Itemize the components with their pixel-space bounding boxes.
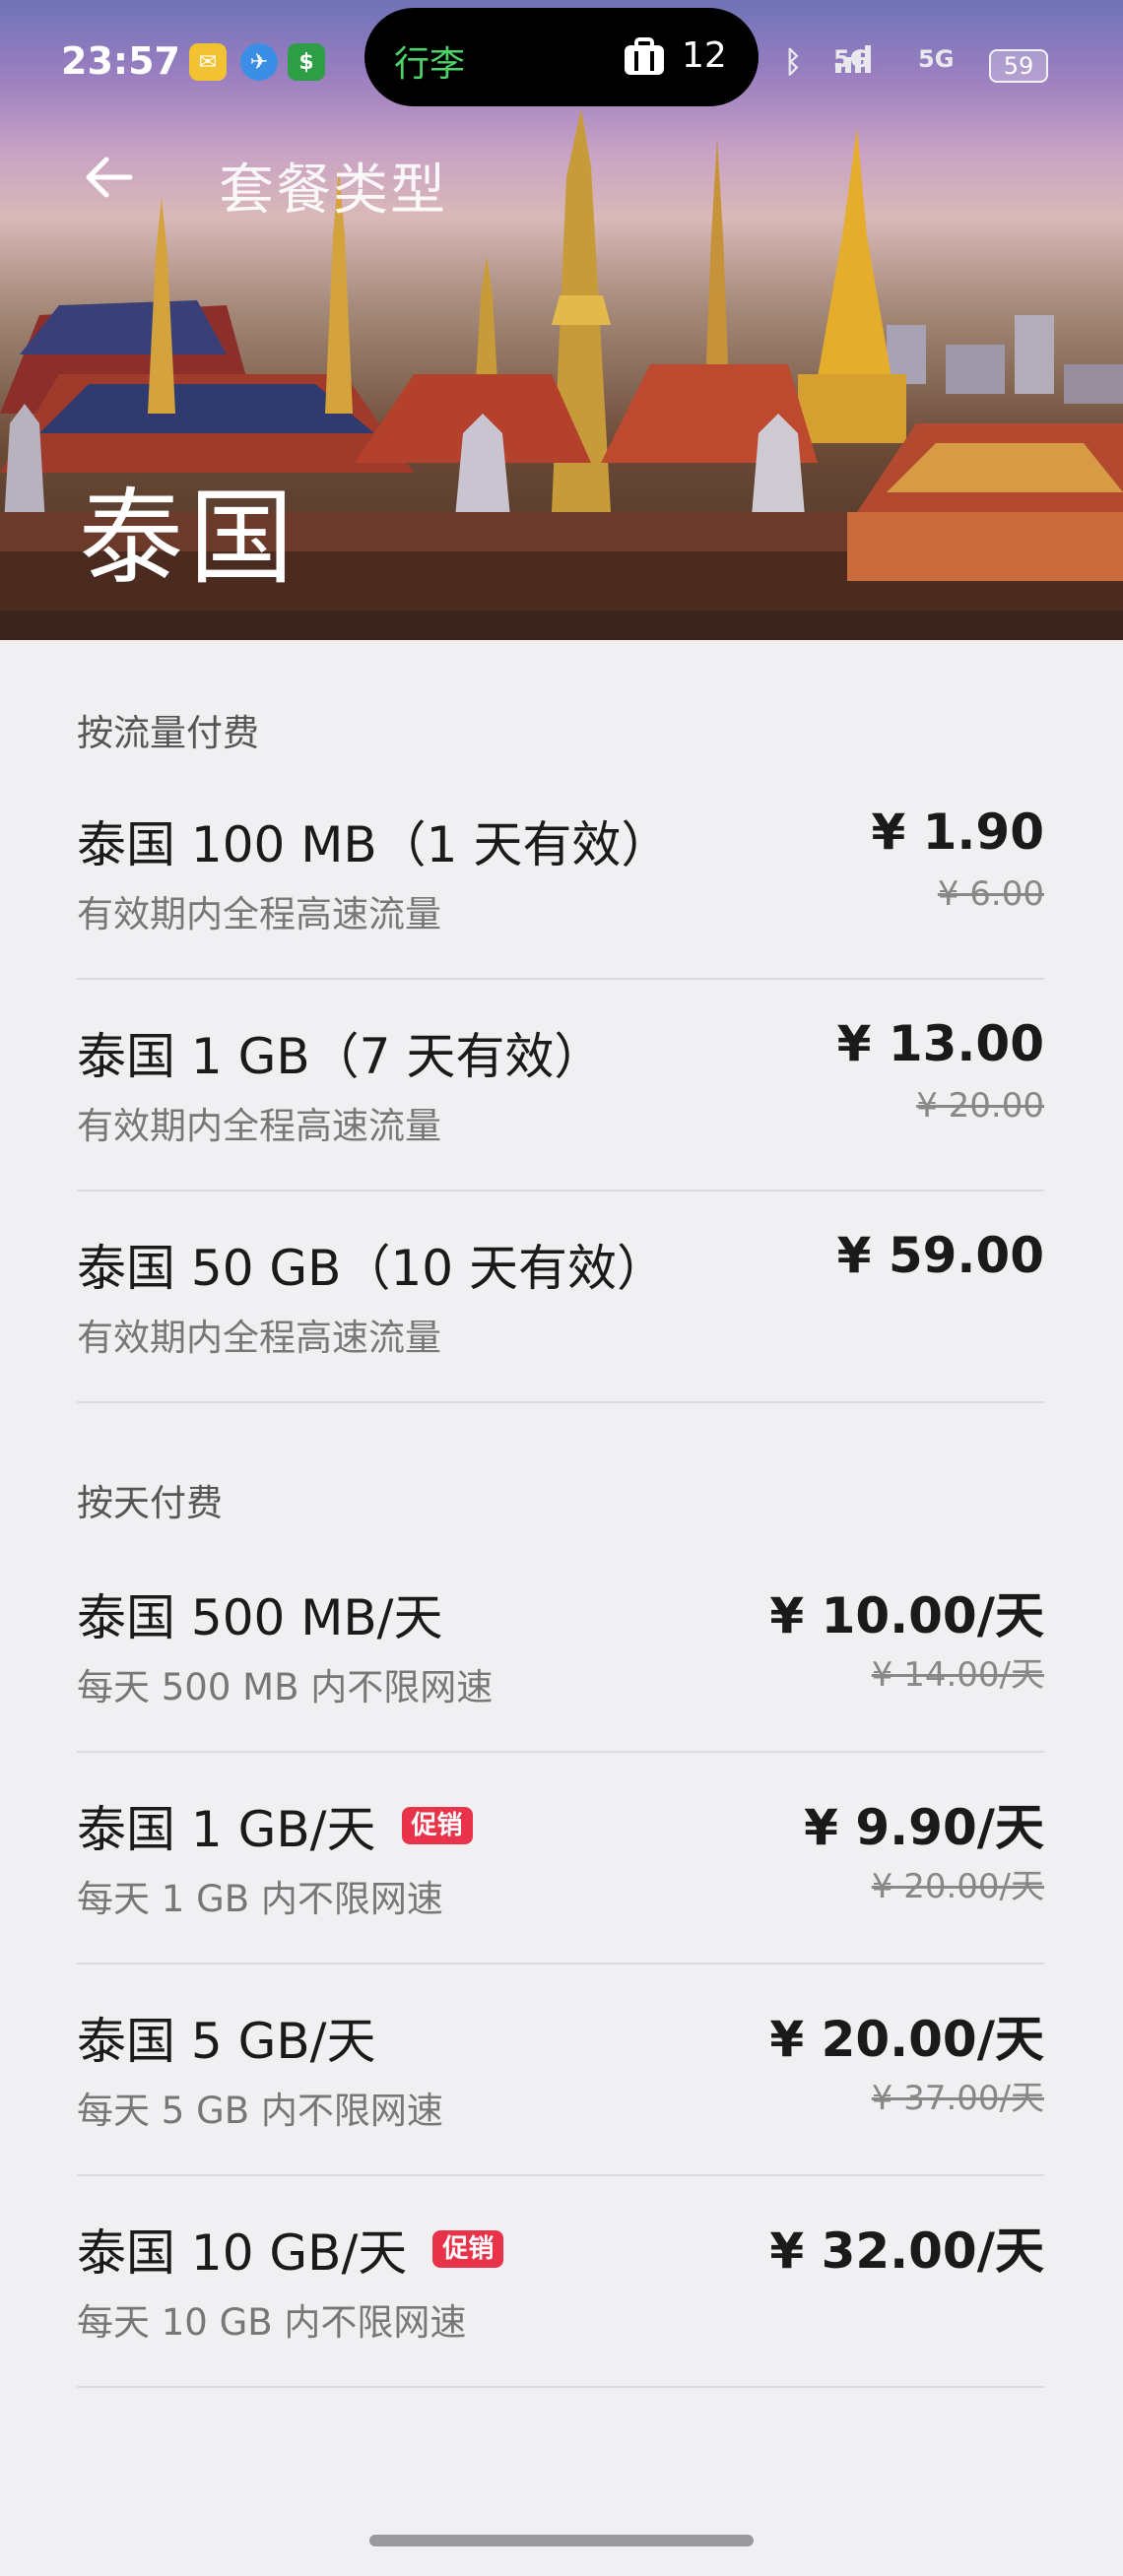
plan-name-text: 泰国 500 MB/天 xyxy=(77,1589,443,1646)
signal-icon-2: 5G xyxy=(918,45,954,73)
plan-name: 泰国 1 GB/天 促销 xyxy=(77,1790,473,1861)
plan-name: 泰国 500 MB/天 xyxy=(77,1578,443,1649)
luggage-label: 行李 xyxy=(394,44,466,85)
section-title-by-day: 按天付费 xyxy=(77,1482,223,1524)
network-2-label: 5G xyxy=(918,45,955,73)
plan-original-price: ¥ 6.00 xyxy=(937,874,1044,914)
plan-name: 泰国 10 GB/天 促销 xyxy=(77,2214,504,2285)
signal-bars-icon xyxy=(835,45,871,73)
plan-desc: 每天 5 GB 内不限网速 xyxy=(77,2090,443,2132)
bluetooth-icon: ᛒ xyxy=(784,45,802,80)
country-name: 泰国 xyxy=(79,478,299,599)
plan-original-price: ¥ 20.00/天 xyxy=(871,1867,1044,1906)
plan-row[interactable]: 泰国 100 MB（1 天有效） 有效期内全程高速流量 ¥ 1.90 ¥ 6.0… xyxy=(77,768,1044,980)
plan-price: ¥ 10.00/天 xyxy=(769,1587,1044,1644)
plan-price: ¥ 1.90 xyxy=(871,804,1044,861)
plan-original-price: ¥ 20.00 xyxy=(916,1086,1044,1126)
plan-row[interactable]: 泰国 10 GB/天 促销 每天 10 GB 内不限网速 ¥ 32.00/天 xyxy=(77,2176,1044,2388)
plan-name-text: 泰国 1 GB/天 xyxy=(77,1801,376,1858)
plan-price: ¥ 13.00 xyxy=(836,1015,1044,1072)
plan-price: ¥ 9.90/天 xyxy=(804,1799,1044,1856)
signal-icon-1: 5G xyxy=(833,45,871,73)
plan-name-text: 泰国 10 GB/天 xyxy=(77,2224,408,2282)
plan-row[interactable]: 泰国 500 MB/天 每天 500 MB 内不限网速 ¥ 10.00/天 ¥ … xyxy=(77,1541,1044,1753)
plan-price: ¥ 32.00/天 xyxy=(769,2222,1044,2280)
dynamic-island[interactable]: 行李 12 xyxy=(364,8,759,106)
payment-app-icon: $ xyxy=(288,43,325,81)
plan-price: ¥ 20.00/天 xyxy=(769,2011,1044,2068)
plan-name: 泰国 5 GB/天 xyxy=(77,2002,376,2073)
page-title: 套餐类型 xyxy=(219,159,447,223)
plan-desc: 每天 500 MB 内不限网速 xyxy=(77,1666,494,1708)
plan-name: 泰国 1 GB（7 天有效） xyxy=(77,1017,603,1088)
home-indicator[interactable] xyxy=(369,2535,754,2546)
plan-row[interactable]: 泰国 1 GB（7 天有效） 有效期内全程高速流量 ¥ 13.00 ¥ 20.0… xyxy=(77,980,1044,1191)
mail-app-icon: ✉ xyxy=(189,43,227,81)
plan-desc: 每天 10 GB 内不限网速 xyxy=(77,2301,467,2344)
plan-row[interactable]: 泰国 50 GB（10 天有效） 有效期内全程高速流量 ¥ 59.00 xyxy=(77,1191,1044,1403)
promo-badge: 促销 xyxy=(432,2230,504,2268)
plan-row[interactable]: 泰国 5 GB/天 每天 5 GB 内不限网速 ¥ 20.00/天 ¥ 37.0… xyxy=(77,1964,1044,2176)
battery-indicator: 59 xyxy=(989,49,1048,83)
plan-name: 泰国 50 GB（10 天有效） xyxy=(77,1229,666,1300)
luggage-count: 12 xyxy=(682,35,727,76)
section-title-by-data: 按流量付费 xyxy=(77,712,259,754)
plan-name-text: 泰国 100 MB（1 天有效） xyxy=(77,816,671,873)
hero-banner: 23:57 ✉ ✈ $ 行李 12 ᛒ 5G 5G 59 套餐类型 泰国 xyxy=(0,0,1123,640)
status-time: 23:57 xyxy=(61,39,180,83)
plan-name-text: 泰国 5 GB/天 xyxy=(77,2013,376,2070)
plan-price: ¥ 59.00 xyxy=(836,1227,1044,1284)
plan-name-text: 泰国 1 GB（7 天有效） xyxy=(77,1028,604,1085)
plan-desc: 每天 1 GB 内不限网速 xyxy=(77,1878,443,1920)
plan-original-price: ¥ 14.00/天 xyxy=(871,1655,1044,1695)
plan-desc: 有效期内全程高速流量 xyxy=(77,1105,441,1147)
plan-name-text: 泰国 50 GB（10 天有效） xyxy=(77,1240,666,1297)
plan-original-price: ¥ 37.00/天 xyxy=(871,2079,1044,2118)
travel-app-icon: ✈ xyxy=(240,43,278,81)
plan-desc: 有效期内全程高速流量 xyxy=(77,893,441,935)
promo-badge: 促销 xyxy=(401,1807,473,1844)
plan-row[interactable]: 泰国 1 GB/天 促销 每天 1 GB 内不限网速 ¥ 9.90/天 ¥ 20… xyxy=(77,1753,1044,1964)
plan-name: 泰国 100 MB（1 天有效） xyxy=(77,805,670,876)
plan-desc: 有效期内全程高速流量 xyxy=(77,1317,441,1359)
